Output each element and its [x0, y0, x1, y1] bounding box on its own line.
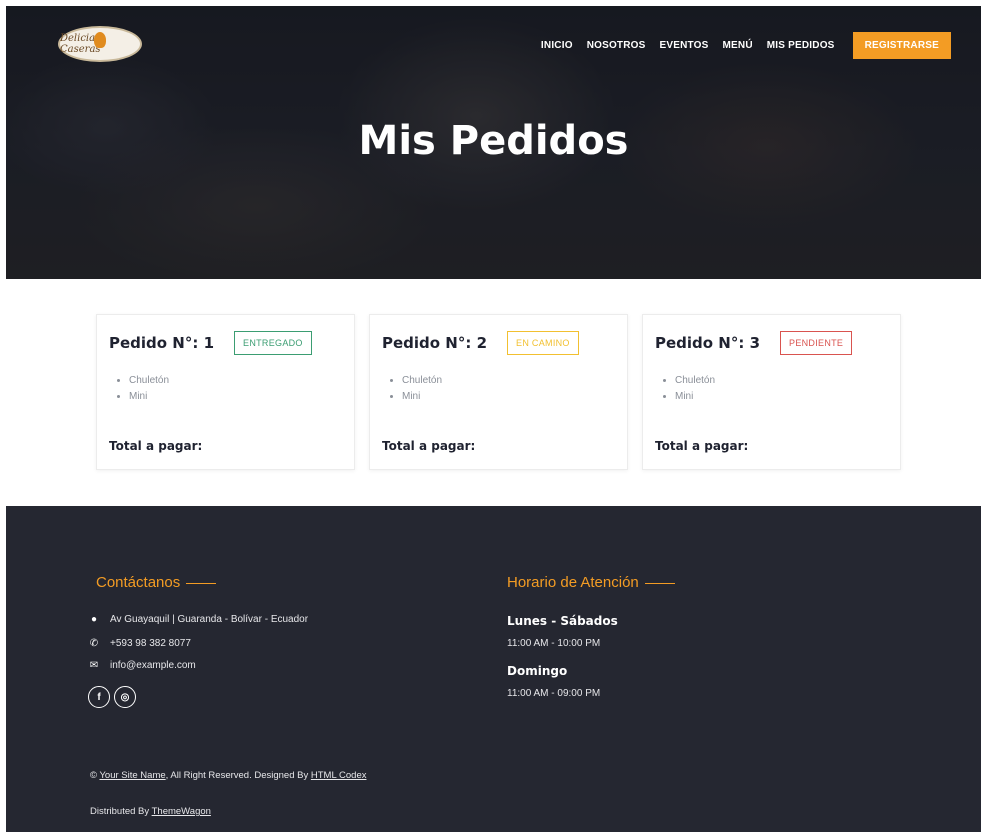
- copyright-text: , All Right Reserved. Designed By: [165, 770, 311, 781]
- weekday-hours: 11:00 AM - 10:00 PM: [507, 638, 601, 649]
- hero-banner: Delicias Caseras INICIO NOSOTROS EVENTOS…: [6, 6, 981, 279]
- list-item: Mini: [675, 389, 888, 405]
- contact-heading: Contáctanos: [96, 574, 217, 591]
- order-items: Chuletón Mini: [382, 373, 615, 405]
- page-title: Mis Pedidos: [358, 118, 629, 164]
- instagram-icon[interactable]: ◎: [114, 686, 136, 708]
- contact-email: ✉ info@example.com: [88, 660, 196, 671]
- order-title: Pedido N°: 1: [109, 334, 215, 352]
- nav-item-nosotros[interactable]: NOSOTROS: [587, 40, 646, 51]
- envelope-icon: ✉: [89, 660, 99, 671]
- site-footer: Contáctanos ● Av Guayaquil | Guaranda - …: [6, 506, 981, 832]
- status-badge: ENTREGADO: [234, 331, 312, 355]
- nav-item-eventos[interactable]: EVENTOS: [660, 40, 709, 51]
- register-button[interactable]: REGISTRARSE: [852, 32, 951, 59]
- order-card: Pedido N°: 2 EN CAMINO Chuletón Mini Tot…: [369, 314, 628, 470]
- distributed-line: Distributed By ThemeWagon: [90, 806, 211, 817]
- sunday-hours: 11:00 AM - 09:00 PM: [507, 688, 601, 699]
- site-name-link[interactable]: Your Site Name: [99, 770, 165, 781]
- list-item: Mini: [402, 389, 615, 405]
- facebook-icon[interactable]: f: [88, 686, 110, 708]
- sunday-label: Domingo: [507, 664, 568, 678]
- status-badge: PENDIENTE: [780, 331, 853, 355]
- list-item: Mini: [129, 389, 342, 405]
- designer-link[interactable]: HTML Codex: [311, 770, 367, 781]
- hours-heading: Horario de Atención: [507, 574, 675, 591]
- flame-icon: [94, 32, 106, 48]
- distributed-text: Distributed By: [90, 806, 152, 817]
- heading-divider: [644, 582, 675, 584]
- order-title: Pedido N°: 2: [382, 334, 488, 352]
- copyright-line: © Your Site Name, All Right Reserved. De…: [90, 770, 366, 781]
- map-marker-icon: ●: [90, 614, 98, 625]
- hours-heading-text: Horario de Atención: [507, 574, 639, 591]
- order-items: Chuletón Mini: [655, 373, 888, 405]
- nav-item-menu[interactable]: MENÚ: [723, 40, 753, 51]
- order-card: Pedido N°: 1 ENTREGADO Chuletón Mini Tot…: [96, 314, 355, 470]
- order-card: Pedido N°: 3 PENDIENTE Chuletón Mini Tot…: [642, 314, 901, 470]
- contact-heading-text: Contáctanos: [96, 574, 181, 591]
- email-text[interactable]: info@example.com: [110, 660, 196, 671]
- order-items: Chuletón Mini: [109, 373, 342, 405]
- order-title: Pedido N°: 3: [655, 334, 761, 352]
- order-total-label: Total a pagar:: [655, 439, 749, 453]
- order-total-label: Total a pagar:: [109, 439, 203, 453]
- main-nav: INICIO NOSOTROS EVENTOS MENÚ MIS PEDIDOS…: [541, 32, 951, 59]
- phone-text: +593 98 382 8077: [110, 638, 191, 649]
- nav-item-mis-pedidos[interactable]: MIS PEDIDOS: [767, 40, 835, 51]
- orders-list: Pedido N°: 1 ENTREGADO Chuletón Mini Tot…: [96, 314, 901, 470]
- list-item: Chuletón: [129, 373, 342, 389]
- heading-divider: [186, 582, 217, 584]
- list-item: Chuletón: [675, 373, 888, 389]
- order-total-label: Total a pagar:: [382, 439, 476, 453]
- contact-phone: ✆ +593 98 382 8077: [88, 638, 191, 649]
- social-links: f ◎: [88, 686, 136, 708]
- address-text: Av Guayaquil | Guaranda - Bolívar - Ecua…: [110, 614, 309, 625]
- nav-item-inicio[interactable]: INICIO: [541, 40, 573, 51]
- distributor-link[interactable]: ThemeWagon: [152, 806, 211, 817]
- weekday-label: Lunes - Sábados: [507, 614, 618, 628]
- phone-icon: ✆: [89, 638, 99, 649]
- list-item: Chuletón: [402, 373, 615, 389]
- status-badge: EN CAMINO: [507, 331, 579, 355]
- contact-address: ● Av Guayaquil | Guaranda - Bolívar - Ec…: [88, 614, 308, 625]
- site-logo[interactable]: Delicias Caseras: [58, 26, 142, 62]
